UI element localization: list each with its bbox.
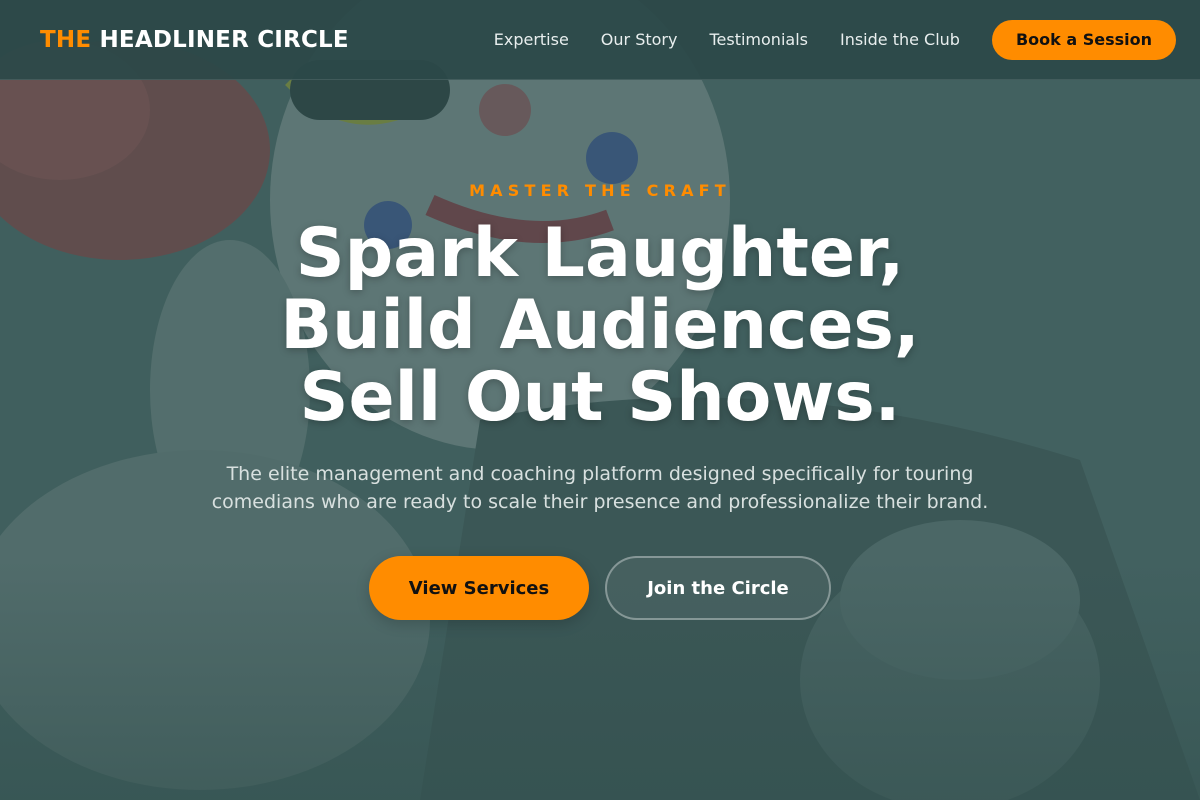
view-services-button[interactable]: View Services xyxy=(369,556,589,620)
join-circle-button[interactable]: Join the Circle xyxy=(605,556,831,620)
book-session-button[interactable]: Book a Session xyxy=(991,19,1176,60)
hero-headline: Spark Laughter, Build Audiences, Sell Ou… xyxy=(0,218,1200,434)
headline-line-1: Spark Laughter, xyxy=(295,214,905,293)
hero-section: MASTER THE CRAFT Spark Laughter, Build A… xyxy=(0,80,1200,800)
nav-link-expertise[interactable]: Expertise xyxy=(494,30,569,49)
hero-eyebrow: MASTER THE CRAFT xyxy=(469,181,731,200)
hero-button-group: View Services Join the Circle xyxy=(0,556,1200,620)
site-header: THE HEADLINER CIRCLE Expertise Our Story… xyxy=(0,0,1200,80)
nav-link-testimonials[interactable]: Testimonials xyxy=(709,30,808,49)
main-nav: Expertise Our Story Testimonials Inside … xyxy=(494,19,1176,60)
nav-link-our-story[interactable]: Our Story xyxy=(601,30,678,49)
headline-line-2: Build Audiences, xyxy=(280,286,920,365)
logo-accent-text: THE xyxy=(40,26,92,53)
logo-main-text: HEADLINER CIRCLE xyxy=(99,26,349,53)
hero-subtext: The elite management and coaching platfo… xyxy=(211,463,989,513)
nav-link-inside-the-club[interactable]: Inside the Club xyxy=(840,30,960,49)
site-logo[interactable]: THE HEADLINER CIRCLE xyxy=(40,27,349,53)
headline-line-3: Sell Out Shows. xyxy=(299,358,901,437)
